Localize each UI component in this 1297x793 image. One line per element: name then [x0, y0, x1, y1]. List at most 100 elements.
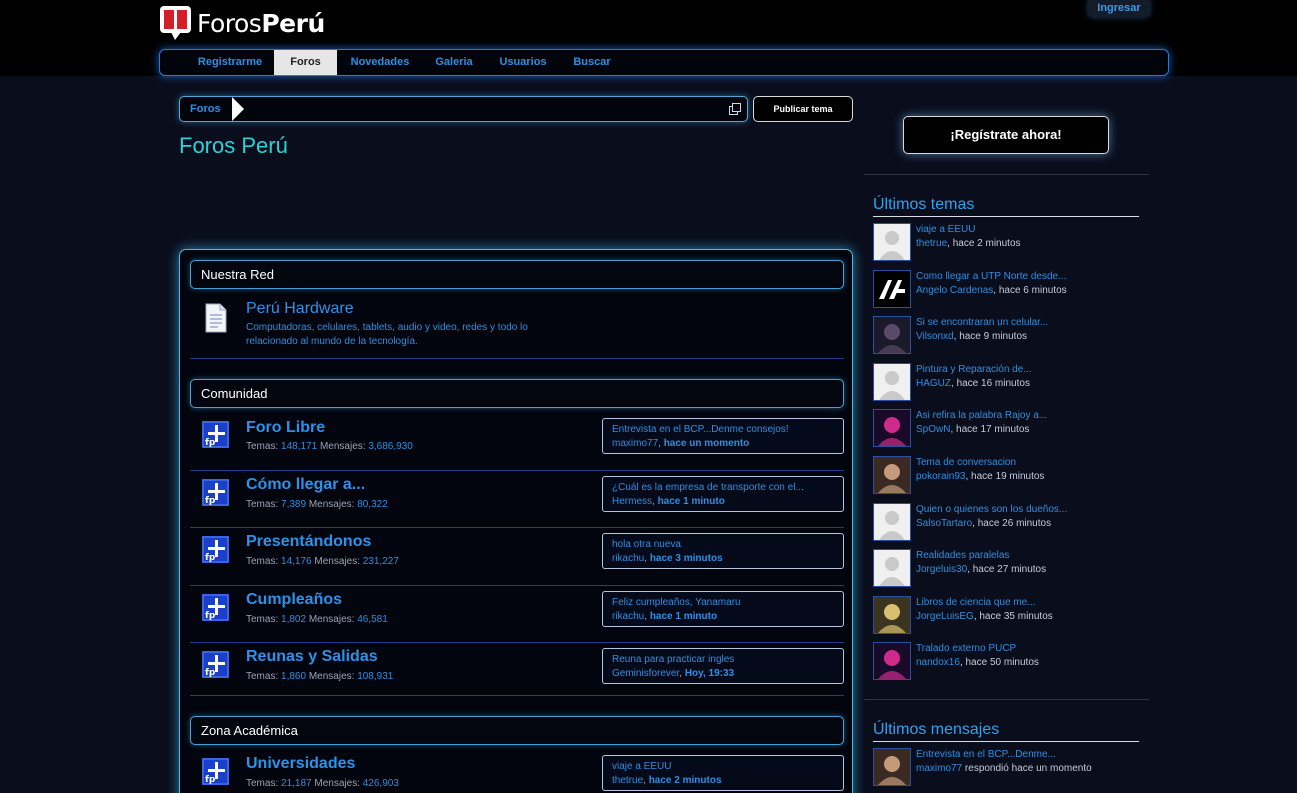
last-post-time[interactable]: hace 1 minuto	[658, 496, 725, 507]
forum-stats: Temas: 1,802 Mensajes: 46,581	[246, 614, 388, 625]
svg-text:fp: fp	[205, 611, 216, 621]
topic-user-link[interactable]: HAGUZ	[916, 378, 951, 389]
last-post-user[interactable]: rikachu	[612, 553, 644, 564]
last-post-title[interactable]: ¿Cuál es la empresa de transporte con el…	[612, 481, 834, 495]
topic-title-link[interactable]: Libros de ciencia que me...	[916, 597, 1036, 608]
forum-stats: Temas: 148,171 Mensajes: 3,686,930	[246, 441, 413, 452]
last-post-user[interactable]: maximo77	[612, 438, 658, 449]
forum-name[interactable]: Reunas y Salidas	[246, 648, 378, 666]
avatar[interactable]	[873, 748, 911, 786]
topic-title-link[interactable]: Entrevista en el BCP...Denme...	[916, 749, 1056, 760]
svg-text:fp: fp	[205, 553, 216, 563]
forum-stats: Temas: 7,389 Mensajes: 80,322	[246, 499, 388, 510]
forum-name[interactable]: Cumpleaños	[246, 591, 342, 609]
latest-topic-item: Como llegar a UTP Norte desde... Angelo C…	[873, 269, 1143, 308]
last-post-user[interactable]: rikachu	[612, 611, 644, 622]
topic-user-link[interactable]: nandox16	[916, 657, 960, 668]
category-zona-academica[interactable]: Zona Académica	[190, 716, 844, 745]
forum-row: fp Foro Libre Temas: 148,171 Mensajes: 3…	[190, 413, 844, 471]
topic-title-link[interactable]: Como llegar a UTP Norte desde...	[916, 271, 1066, 282]
login-button[interactable]: Ingresar	[1088, 0, 1150, 17]
publish-topic-button[interactable]: Publicar tema	[753, 96, 853, 122]
forum-name[interactable]: Perú Hardware	[246, 300, 354, 318]
topic-user-link[interactable]: Angelo Cardenas	[916, 285, 993, 296]
topic-user-link[interactable]: Vilsonxd	[916, 331, 954, 342]
logo-icon	[159, 5, 192, 41]
site-logo[interactable]: ForosPerú	[159, 5, 325, 41]
topic-time: hace 50 minutos	[965, 657, 1039, 669]
avatar[interactable]	[873, 269, 911, 308]
topic-title-link[interactable]: Asi refira la palabra Rajoy a...	[916, 410, 1047, 421]
nav-tab-usuarios[interactable]: Usuarios	[493, 50, 553, 75]
last-post-title[interactable]: Reuna para practicar ingles	[612, 653, 834, 667]
topic-title-link[interactable]: Tema de conversacion	[916, 457, 1016, 468]
category-comunidad[interactable]: Comunidad	[190, 379, 844, 408]
avatar[interactable]	[873, 456, 911, 494]
nav-tab-foros[interactable]: Foros	[274, 50, 337, 75]
forum-plus-icon: fp	[202, 758, 229, 785]
nav-tab-buscar[interactable]: Buscar	[566, 50, 618, 75]
sidebar-divider	[864, 699, 1149, 700]
forum-name[interactable]: Presentándonos	[246, 533, 371, 551]
avatar[interactable]	[873, 362, 911, 401]
last-post-title[interactable]: Feliz cumpleaños, Yanamaru	[612, 596, 834, 610]
forum-name[interactable]: Universidades	[246, 755, 355, 773]
topic-meta: nandox16, hace 50 minutos	[916, 657, 1039, 668]
topic-time: hace 27 minutos	[972, 564, 1047, 576]
forum-plus-icon: fp	[202, 651, 229, 678]
last-post-time[interactable]: hace un momento	[664, 438, 750, 449]
topic-user-link[interactable]: SalsoTartaro	[916, 518, 972, 529]
topic-title-link[interactable]: viaje a EEUU	[916, 224, 975, 235]
topic-meta: SpOwN, hace 17 minutos	[916, 424, 1029, 435]
last-post-meta: Hermess, hace 1 minuto	[612, 496, 725, 507]
last-post-user[interactable]: thetrue	[612, 775, 643, 786]
avatar[interactable]	[873, 642, 911, 681]
avatar[interactable]	[873, 409, 911, 448]
forum-name[interactable]: Cómo llegar a...	[246, 476, 365, 494]
topic-user-link[interactable]: SpOwN	[916, 424, 950, 435]
latest-topic-item: Realidades paralelas Jorgeluis30, hace 27…	[873, 549, 1143, 588]
last-post-user[interactable]: Hermess	[612, 496, 652, 507]
topic-time: hace 2 minutos	[952, 238, 1021, 249]
nav-tab-galeria[interactable]: Galeria	[429, 50, 479, 75]
svg-text:fp: fp	[205, 668, 216, 678]
topic-meta: Vilsonxd, hace 9 minutos	[916, 331, 1027, 342]
topic-user-link[interactable]: maximo77	[916, 763, 962, 774]
avatar[interactable]	[873, 549, 911, 588]
breadcrumb-foros[interactable]: Foros	[190, 97, 221, 121]
avatar[interactable]	[873, 595, 911, 634]
last-post-box: hola otra nueva rikachu, hace 3 minutos	[602, 533, 844, 569]
topic-user-link[interactable]: Jorgeluis30	[916, 564, 967, 575]
threads-count: 1,860	[281, 671, 307, 682]
logo-text-peru: Perú	[261, 8, 325, 38]
topic-title-link[interactable]: Quien o quienes son los dueños...	[916, 504, 1067, 515]
nav-tab-registrarme[interactable]: Registrarme	[190, 50, 270, 75]
last-post-title[interactable]: Entrevista en el BCP...Denme consejos!	[612, 423, 834, 437]
register-now-button[interactable]: ¡Regístrate ahora!	[903, 116, 1109, 154]
last-post-title[interactable]: hola otra nueva	[612, 538, 834, 552]
avatar[interactable]	[873, 502, 911, 541]
last-post-time[interactable]: hace 3 minutos	[650, 553, 723, 564]
last-post-title[interactable]: viaje a EEUU	[612, 760, 834, 774]
breadcrumb-arrow-icon	[232, 97, 244, 121]
topic-title-link[interactable]: Realidades paralelas	[916, 550, 1009, 561]
forum-plus-icon: fp	[202, 536, 229, 563]
topic-user-link[interactable]: thetrue	[916, 238, 947, 249]
topic-title-link[interactable]: Pintura y Reparación de...	[916, 364, 1032, 375]
avatar[interactable]	[873, 316, 911, 355]
topic-user-link[interactable]: JorgeLuisEG	[916, 611, 974, 622]
forum-name[interactable]: Foro Libre	[246, 419, 325, 437]
popout-icon[interactable]	[729, 102, 741, 115]
nav-tab-novedades[interactable]: Novedades	[345, 50, 415, 75]
last-post-time[interactable]: hace 2 minutos	[649, 775, 722, 786]
last-post-user[interactable]: Geminisforever	[612, 668, 679, 679]
topic-title-link[interactable]: Si se encontraran un celular...	[916, 317, 1048, 328]
category-nuestra-red[interactable]: Nuestra Red	[190, 260, 844, 289]
topic-user-link[interactable]: pokorain93	[916, 471, 965, 482]
topic-meta: pokorain93, hace 19 minutos	[916, 471, 1044, 482]
topic-title-link[interactable]: Tralado externo PUCP	[916, 643, 1016, 654]
avatar[interactable]	[873, 223, 911, 261]
last-post-time[interactable]: Hoy, 19:33	[685, 668, 734, 679]
last-post-time[interactable]: hace 1 minuto	[650, 611, 717, 622]
posts-count: 231,227	[362, 556, 399, 567]
